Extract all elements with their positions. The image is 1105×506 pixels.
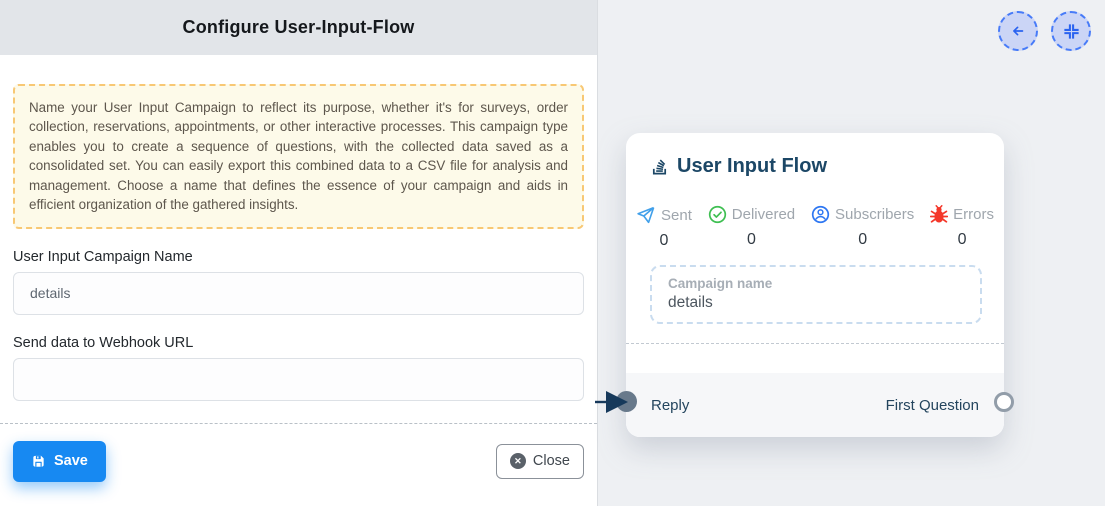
canvas-toolbar (998, 11, 1091, 51)
first-question-port-label: First Question (886, 397, 979, 414)
user-input-flow-node[interactable]: User Input Flow Sent 0 (626, 133, 1004, 437)
app-window: Configure User-Input-Flow Name your User… (0, 0, 1105, 506)
compress-icon (1064, 24, 1079, 39)
node-divider (626, 343, 1004, 344)
stack-icon (650, 157, 669, 176)
flow-canvas[interactable]: User Input Flow Sent 0 (597, 0, 1105, 506)
send-icon (636, 205, 656, 225)
bug-icon (930, 205, 948, 224)
close-button[interactable]: ✕ Close (496, 444, 584, 479)
node-title: User Input Flow (677, 155, 827, 178)
webhook-url-label: Send data to Webhook URL (13, 335, 584, 351)
footer-divider (0, 423, 597, 424)
stat-label: Delivered (732, 206, 795, 223)
node-header: User Input Flow (626, 133, 1004, 178)
save-button-label: Save (54, 453, 88, 469)
node-footer: Reply First Question (626, 373, 1004, 437)
edge-arrowhead-icon (595, 388, 635, 421)
webhook-url-input[interactable] (13, 358, 584, 401)
back-arrow-icon (1009, 22, 1027, 40)
stat-value: 0 (747, 231, 756, 249)
campaign-name-display-value: details (668, 294, 964, 312)
stat-subscribers: Subscribers 0 (811, 205, 914, 250)
stat-value: 0 (858, 231, 867, 249)
campaign-name-input[interactable] (13, 272, 584, 315)
check-circle-icon (708, 205, 727, 224)
page-title: Configure User-Input-Flow (183, 17, 415, 38)
close-button-label: Close (533, 453, 570, 469)
configure-panel: Configure User-Input-Flow Name your User… (0, 0, 597, 506)
subscribers-icon (811, 205, 830, 224)
panel-body: Name your User Input Campaign to reflect… (0, 84, 597, 482)
stat-value: 0 (659, 232, 668, 250)
campaign-info-note: Name your User Input Campaign to reflect… (13, 84, 584, 229)
stat-label: Subscribers (835, 206, 914, 223)
stat-value: 0 (958, 231, 967, 249)
save-button[interactable]: Save (13, 441, 106, 482)
reply-port-label: Reply (651, 397, 689, 414)
stat-sent: Sent 0 (636, 205, 692, 250)
stat-label: Errors (953, 206, 994, 223)
stat-delivered: Delivered 0 (708, 205, 795, 250)
first-question-output-handle[interactable] (994, 392, 1014, 412)
actions-row: Save ✕ Close (13, 441, 584, 482)
back-button[interactable] (998, 11, 1038, 51)
stats-row: Sent 0 Delivered 0 (626, 205, 1004, 250)
campaign-name-display-label: Campaign name (668, 276, 964, 291)
save-icon (31, 454, 46, 469)
stat-label: Sent (661, 207, 692, 224)
campaign-name-label: User Input Campaign Name (13, 249, 584, 265)
fit-view-button[interactable] (1051, 11, 1091, 51)
panel-header: Configure User-Input-Flow (0, 0, 597, 55)
stat-errors: Errors 0 (930, 205, 994, 250)
campaign-name-display[interactable]: Campaign name details (650, 265, 982, 324)
close-icon: ✕ (510, 453, 526, 469)
